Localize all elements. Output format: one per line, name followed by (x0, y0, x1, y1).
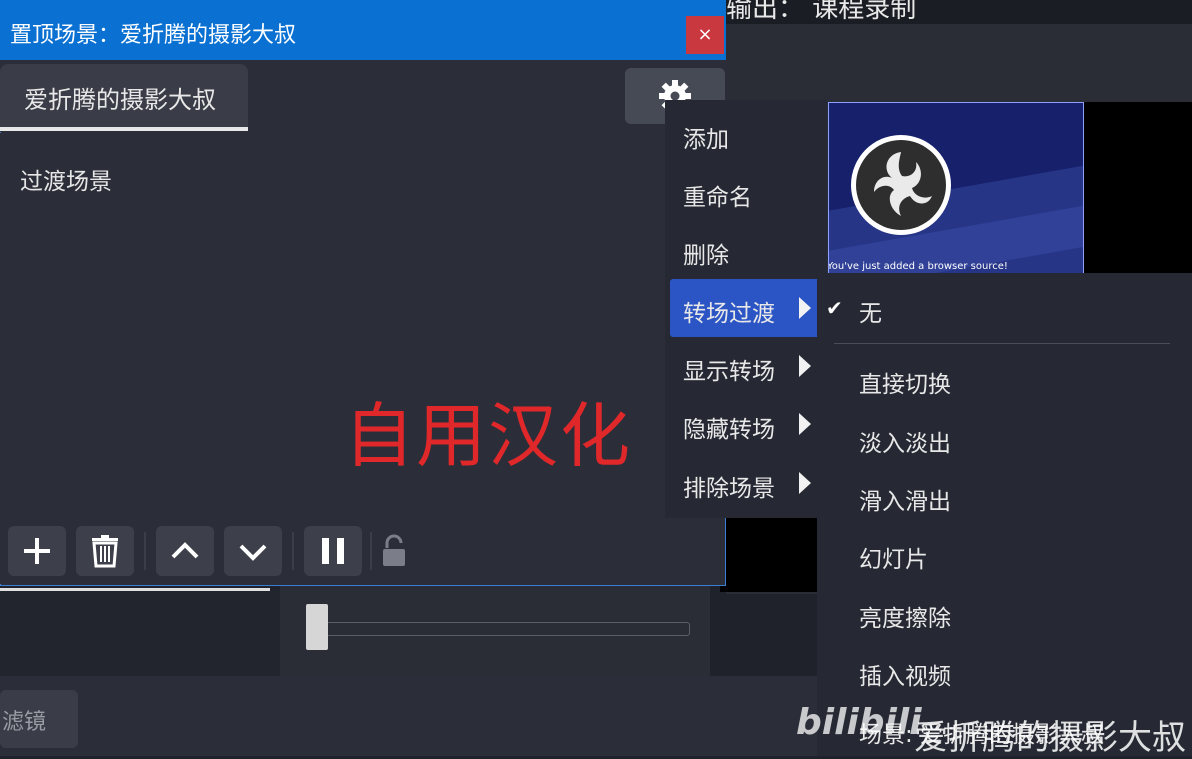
submenu-divider (834, 343, 1170, 344)
toolbar-separator (292, 532, 294, 570)
pause-icon (322, 538, 344, 564)
submenu-arrow-icon (799, 413, 811, 435)
submenu-item-slide[interactable]: 滑入滑出 (859, 482, 951, 516)
menu-item-add[interactable]: 添加 (683, 120, 729, 154)
submenu-arrow-icon (799, 355, 811, 377)
volume-slider-handle[interactable] (306, 604, 328, 650)
chevron-up-icon (171, 542, 199, 559)
bilibili-logo: bilibili (796, 702, 922, 743)
scene-tab-underline (0, 127, 248, 131)
preview-caption: You've just added a browser source! (828, 261, 1008, 272)
move-down-button[interactable] (224, 526, 282, 576)
close-button[interactable]: × (686, 16, 724, 54)
close-icon: × (697, 24, 713, 45)
submenu-item-luma-wipe[interactable]: 亮度擦除 (859, 599, 951, 633)
preview-black-area-lower (720, 515, 820, 592)
dialog-title: 置顶场景：爱折腾的摄影大叔 (10, 23, 297, 48)
submenu-item-stinger[interactable]: 插入视频 (859, 657, 951, 691)
submenu-arrow-icon (799, 472, 811, 494)
delete-button[interactable] (76, 526, 134, 576)
submenu-item-fade[interactable]: 淡入淡出 (859, 424, 951, 458)
preview-black-area (1084, 102, 1192, 282)
scene-tab-label: 爱折腾的摄影大叔 (24, 86, 216, 114)
left-panel (0, 590, 280, 676)
lock-icon[interactable] (380, 534, 408, 568)
filter-button-label: 滤镜 (2, 710, 47, 735)
toolbar-separator (370, 532, 372, 570)
trash-icon (92, 535, 118, 568)
output-title: 输出： 课程录制 (726, 0, 917, 24)
scene-tab[interactable]: 爱折腾的摄影大叔 (0, 64, 248, 130)
filter-button[interactable]: 滤镜 (0, 690, 78, 748)
check-icon: ✔ (826, 296, 843, 320)
submenu-item-none[interactable]: 无 (859, 294, 882, 328)
menu-item-hide-transition[interactable]: 隐藏转场 (683, 410, 775, 444)
obs-logo-icon (851, 135, 951, 235)
menu-item-rename[interactable]: 重命名 (683, 178, 752, 212)
chevron-down-icon (239, 544, 267, 561)
submenu-item-swipe[interactable]: 幻灯片 (859, 540, 928, 574)
channel-watermark: 爱折腾的摄影大叔 (914, 718, 1186, 758)
menu-item-transition[interactable]: 转场过渡 (683, 294, 775, 328)
add-button[interactable] (8, 526, 66, 576)
panel-underline (0, 588, 270, 591)
list-item[interactable]: 过渡场景 (20, 162, 112, 196)
plus-icon (24, 538, 50, 564)
menu-item-exclude-scene[interactable]: 排除场景 (683, 469, 775, 503)
preview-thumbnail: You've just added a browser source! (828, 102, 1084, 274)
menu-item-delete[interactable]: 删除 (683, 236, 729, 270)
overlay-text: 自用汉化 (344, 395, 632, 477)
submenu-arrow-icon (799, 297, 811, 319)
pause-button[interactable] (304, 526, 362, 576)
menu-item-show-transition[interactable]: 显示转场 (683, 352, 775, 386)
toolbar-separator (144, 532, 146, 570)
move-up-button[interactable] (156, 526, 214, 576)
volume-slider-track[interactable] (306, 622, 690, 636)
submenu-item-cut[interactable]: 直接切换 (859, 365, 951, 399)
